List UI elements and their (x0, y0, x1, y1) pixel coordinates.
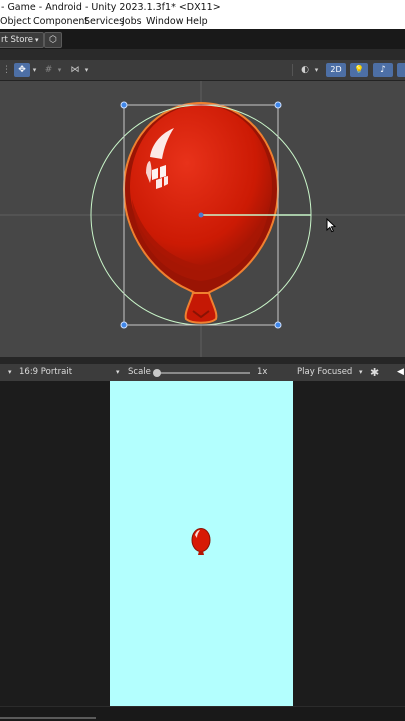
effects-toggle-icon[interactable] (397, 63, 405, 77)
chevron-down-icon: ▾ (35, 36, 39, 44)
panel-tab-strip (0, 49, 405, 60)
asset-store-label: rt Store (1, 35, 33, 45)
scene-canvas (0, 81, 405, 357)
toolbar-grip-icon: ⋮ (2, 65, 11, 75)
lighting-toggle-icon[interactable]: 💡 (350, 63, 368, 77)
menu-item-component[interactable]: Component (33, 15, 88, 29)
chevron-down-icon[interactable]: ▾ (312, 63, 321, 77)
rect-handle-bottom-right[interactable] (274, 321, 282, 329)
shading-mode-icon[interactable]: ◐ (298, 63, 312, 77)
increment-snap-icon[interactable]: ⋈ (68, 63, 82, 77)
chevron-down-icon[interactable]: ▾ (82, 63, 91, 77)
rect-handle-bottom-left[interactable] (120, 321, 128, 329)
grid-snap-icon[interactable]: # (42, 63, 55, 77)
window-title: - Game - Android - Unity 2023.1.3f1* <DX… (1, 2, 221, 13)
play-mode-dropdown[interactable]: Play Focused (297, 364, 352, 381)
scale-slider-track[interactable] (158, 372, 250, 374)
cloud-icon[interactable]: ⬡ (44, 32, 62, 48)
speaker-icon[interactable]: ◀ (397, 364, 404, 381)
pivot-point[interactable] (198, 212, 204, 218)
aspect-ratio-dropdown[interactable]: 16:9 Portrait (19, 364, 72, 381)
game-view[interactable] (110, 381, 293, 706)
rect-handle-top-left[interactable] (120, 101, 128, 109)
status-progress-line (0, 717, 96, 719)
toolbar-divider (292, 64, 293, 76)
panel-divider[interactable] (0, 357, 405, 364)
menu-bar: Object Component Services Jobs Window He… (0, 15, 405, 29)
game-canvas (191, 528, 211, 555)
window-title-bar: - Game - Android - Unity 2023.1.3f1* <DX… (0, 0, 405, 15)
chevron-down-icon[interactable]: ▾ (30, 63, 39, 77)
menu-item-services[interactable]: Services (84, 15, 124, 29)
scale-label: Scale (128, 367, 151, 377)
scene-view[interactable] (0, 81, 405, 357)
balloon-ingame (191, 528, 211, 555)
pivot-tool-icon[interactable]: ✥ (14, 63, 30, 77)
chevron-down-icon[interactable]: ▾ (359, 364, 363, 381)
menu-item-window[interactable]: Window (146, 15, 183, 29)
menu-item-gameobject[interactable]: Object (0, 15, 31, 29)
asset-store-button[interactable]: rt Store ▾ (0, 32, 44, 48)
display-dropdown-caret[interactable]: ▾ (8, 364, 12, 381)
menu-item-help[interactable]: Help (186, 15, 208, 29)
scene-view-toolbar: ⋮ ✥ ▾ # ▾ ⋈ ▾ ◐ ▾ 2D 💡 ♪ (0, 60, 405, 81)
audio-toggle-icon[interactable]: ♪ (373, 63, 393, 77)
rect-handle-top-right[interactable] (274, 101, 282, 109)
mouse-cursor-icon (326, 218, 336, 233)
chevron-down-icon[interactable]: ▾ (116, 364, 120, 381)
2d-mode-toggle[interactable]: 2D (326, 63, 346, 77)
menu-item-jobs[interactable]: Jobs (122, 15, 142, 29)
chevron-down-icon[interactable]: ▾ (55, 63, 64, 77)
bug-icon[interactable]: ✱ (370, 364, 379, 381)
scale-value: 1x (257, 367, 268, 377)
scale-slider-knob[interactable] (153, 369, 161, 377)
